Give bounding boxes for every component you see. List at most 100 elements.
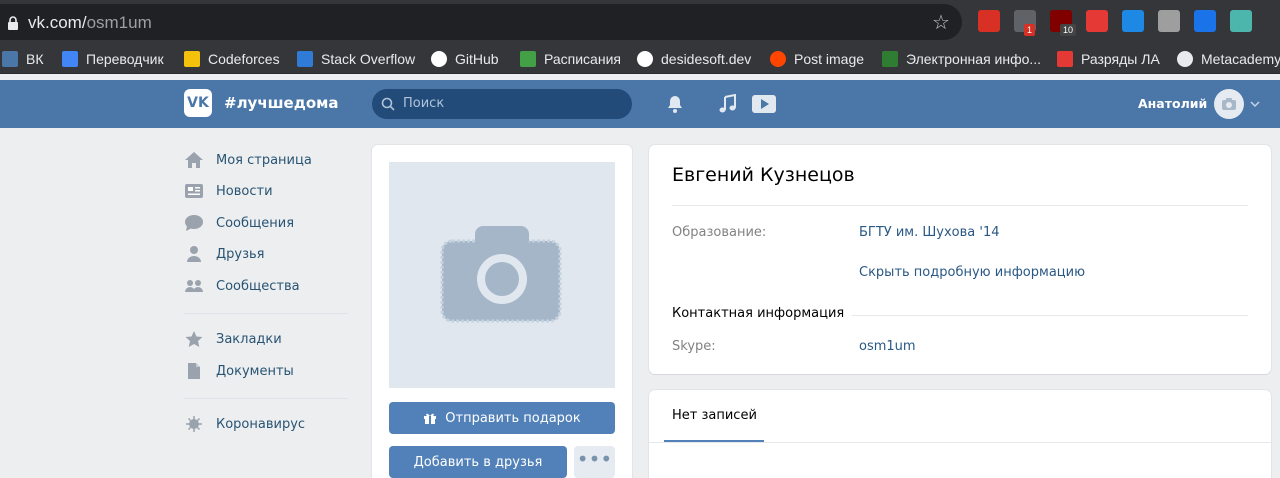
contacts-divider xyxy=(852,315,1248,316)
wall-tab-no-posts[interactable]: Нет записей xyxy=(672,408,757,423)
bookmark-item[interactable]: GitHub xyxy=(431,44,499,74)
messages-icon xyxy=(185,215,203,231)
globe-icon xyxy=(1177,51,1193,67)
record-icon[interactable]: 1 xyxy=(1014,10,1036,36)
chevron-down-icon[interactable] xyxy=(1250,100,1260,108)
translate-icon xyxy=(62,51,78,67)
vk-icon xyxy=(2,51,18,67)
url-host: vk.com/ xyxy=(28,13,87,32)
menu-item-friends[interactable]: Друзья xyxy=(184,244,265,264)
video-play-icon[interactable] xyxy=(750,93,778,115)
bookmark-label: ВК xyxy=(26,51,44,67)
url-path: osm1um xyxy=(86,13,152,32)
ublock-icon[interactable]: 10 xyxy=(1050,10,1077,36)
bookmark-label: Stack Overflow xyxy=(321,51,416,67)
menu-item-messages[interactable]: Сообщения xyxy=(184,213,294,233)
search-input[interactable]: Поиск xyxy=(372,89,632,119)
camera-icon xyxy=(1222,98,1236,110)
menu-divider xyxy=(184,313,348,314)
menu-item-groups[interactable]: Сообщества xyxy=(184,276,300,296)
stackoverflow-icon xyxy=(297,51,313,67)
header-slogan[interactable]: #лучшедома xyxy=(224,94,339,112)
address-bar[interactable]: vk.com/osm1um ☆ xyxy=(0,4,962,40)
menu-divider xyxy=(184,398,348,399)
menu-item-label: Коронавирус xyxy=(216,416,306,432)
home-icon xyxy=(185,152,203,168)
bookmark-item[interactable]: Post image xyxy=(770,44,864,74)
gift-icon xyxy=(424,413,437,424)
bookmarks-bar: ВК Переводчик Codeforces Stack Overflow GitH… xyxy=(0,44,1280,74)
bookmark-label: Электронная инфо... xyxy=(906,51,1042,67)
news-icon xyxy=(185,184,203,198)
music-icon[interactable] xyxy=(718,94,738,114)
github-icon xyxy=(431,51,447,67)
extension-badge: 10 xyxy=(1060,24,1077,36)
bookmark-item[interactable]: Переводчик xyxy=(62,44,164,74)
extension-badge: 1 xyxy=(1024,24,1036,36)
menu-item-news[interactable]: Новости xyxy=(184,181,273,201)
browser-toolbar: vk.com/osm1um ☆ 1 10 xyxy=(0,0,1280,44)
menu-item-my-page[interactable]: Моя страница xyxy=(184,150,312,170)
header-avatar[interactable] xyxy=(1214,89,1244,119)
bookmark-label: Переводчик xyxy=(86,51,164,67)
menu-item-label: Друзья xyxy=(216,246,265,262)
profile-icon[interactable] xyxy=(1230,10,1252,32)
bookmarks-star-icon xyxy=(185,331,203,347)
bookmark-label: GitHub xyxy=(455,51,499,67)
search-icon xyxy=(381,97,395,111)
add-friend-button[interactable]: Добавить в друзья xyxy=(389,446,567,478)
add-friend-label: Добавить в друзья xyxy=(413,454,543,470)
menu-item-documents[interactable]: Документы xyxy=(184,361,294,381)
vk-header: VK #лучшедома Поиск Анатолий xyxy=(0,80,1280,128)
bookmark-item[interactable]: Электронная инфо... xyxy=(882,44,1041,74)
info-divider xyxy=(672,205,1248,206)
skype-link[interactable]: osm1um xyxy=(859,339,916,354)
profile-name: Евгений Кузнецов xyxy=(672,164,855,186)
send-gift-button[interactable]: Отправить подарок xyxy=(389,402,615,434)
bookmark-item[interactable]: Разряды ЛА xyxy=(1057,44,1160,74)
bookmark-item[interactable]: Расписания xyxy=(520,44,621,74)
shield-icon[interactable] xyxy=(1086,10,1108,32)
menu-item-coronavirus[interactable]: Коронавирус xyxy=(184,414,305,434)
bell-icon[interactable] xyxy=(665,94,685,114)
bookmark-label: Post image xyxy=(794,51,865,67)
bookmark-item[interactable]: Codeforces xyxy=(184,44,280,74)
education-link[interactable]: БГТУ им. Шухова '14 xyxy=(859,225,999,240)
more-actions-button[interactable]: ••• xyxy=(574,446,615,478)
bookmark-star-icon[interactable]: ☆ xyxy=(932,12,950,32)
wall-divider xyxy=(649,442,1271,443)
bookmark-label: Разряды ЛА xyxy=(1081,51,1160,67)
bookmark-item[interactable]: Metacademy xyxy=(1177,44,1280,74)
skype-icon[interactable] xyxy=(1122,10,1144,32)
schedule-icon xyxy=(520,51,536,67)
header-user-name[interactable]: Анатолий xyxy=(1138,96,1207,111)
send-gift-label: Отправить подарок xyxy=(445,410,581,426)
gmail-icon[interactable] xyxy=(978,10,1000,32)
menu-item-bookmarks[interactable]: Закладки xyxy=(184,329,282,349)
skype-label: Skype: xyxy=(672,339,716,354)
education-label: Образование: xyxy=(672,225,767,240)
spy-icon[interactable] xyxy=(1158,10,1180,32)
contacts-title: Контактная информация xyxy=(672,306,845,321)
url-text: vk.com/osm1um xyxy=(28,13,152,33)
vk-logo[interactable]: VK xyxy=(184,89,212,117)
camera-icon xyxy=(440,226,562,323)
reddit-icon xyxy=(770,51,786,67)
education-icon xyxy=(882,51,898,67)
menu-item-label: Моя страница xyxy=(216,152,312,168)
google-icon xyxy=(637,51,653,67)
bookmark-item[interactable]: Stack Overflow xyxy=(297,44,415,74)
lock-icon xyxy=(8,16,18,30)
menu-item-label: Сообщества xyxy=(216,278,300,294)
share-icon[interactable] xyxy=(1194,10,1216,32)
menu-item-label: Сообщения xyxy=(216,215,295,231)
menu-item-label: Документы xyxy=(216,363,294,379)
bookmark-item[interactable]: desidesoft.dev xyxy=(637,44,751,74)
bookmark-label: Codeforces xyxy=(208,51,280,67)
profile-photo-placeholder[interactable] xyxy=(389,162,615,388)
hide-details-link[interactable]: Скрыть подробную информацию xyxy=(859,265,1085,280)
bookmark-item[interactable]: ВК xyxy=(2,44,44,74)
menu-item-label: Новости xyxy=(216,183,273,199)
search-placeholder: Поиск xyxy=(403,96,445,111)
documents-icon xyxy=(188,363,200,379)
